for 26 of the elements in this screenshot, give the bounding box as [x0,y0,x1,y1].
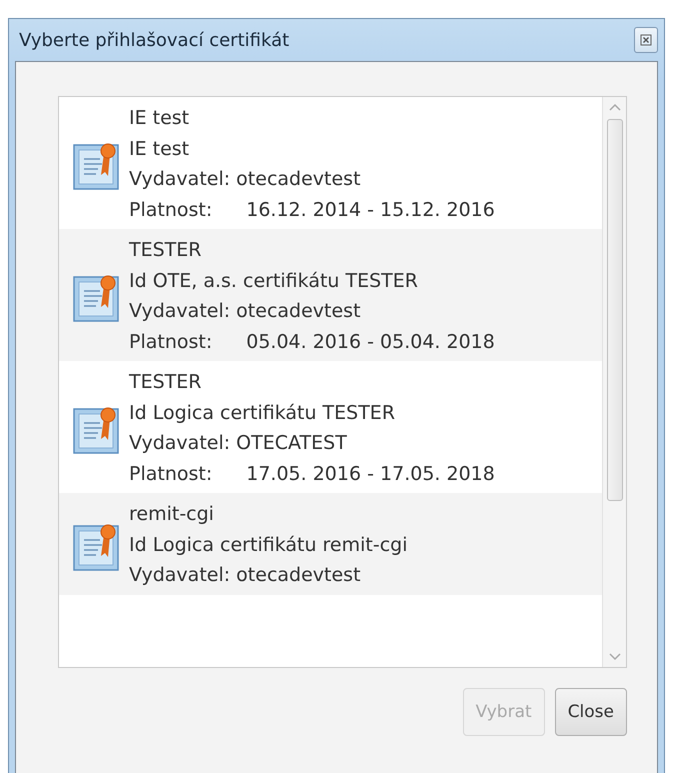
validity-label: Platnost: [129,198,212,222]
scroll-up-icon[interactable] [608,103,620,111]
certificate-issuer: Vydavatel: otecadevtest [129,563,362,588]
certificate-issuer: Vydavatel: OTECATEST [129,431,348,456]
certificate-name: TESTER [129,370,202,395]
certificate-subject: IE test [129,136,190,162]
certificate-subject: Id OTE, a.s. certifikátu TESTER [129,268,419,294]
validity-label: Platnost: [129,330,212,354]
close-icon[interactable] [634,27,658,53]
certificate-name: IE test [129,106,190,131]
dialog-button[interactable]: Close [554,688,627,736]
validity-dates: 05.04. 2016 - 05.04. 2018 [246,330,495,354]
certificate-issuer: Vydavatel: otecadevtest [129,299,362,324]
certificate-issuer: Vydavatel: otecadevtest [129,167,362,192]
validity-dates: 17.05. 2016 - 17.05. 2018 [246,462,495,486]
scroll-down-icon[interactable] [608,653,620,661]
certificate-name: TESTER [129,238,202,263]
validity-label: Platnost: [129,462,212,486]
certificate-item[interactable]: remit-cgi Id Logica certifikátu remit-cgi Vydavatel: otecadevtest [59,493,602,594]
certificate-subject: Id Logica certifikátu TESTER [129,400,396,426]
scrollbar[interactable] [602,97,626,667]
window-title: Vyberte přihlašovací certifikát [19,30,290,50]
certificate-subject: Id Logica certifikátu remit-cgi [129,532,408,558]
certificate-item[interactable]: TESTER Id OTE, a.s. certifikátu TESTER Vydavatel: otecadevtest Platnost: 05.04. 2016 - 05.04. 2018 [59,229,602,361]
validity-dates: 16.12. 2014 - 15.12. 2016 [246,198,495,222]
certificate-name: remit-cgi [129,502,215,527]
